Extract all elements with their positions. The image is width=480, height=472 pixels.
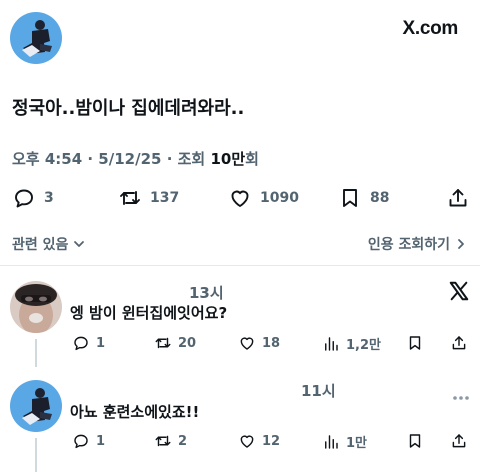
brand-logo: X.com: [402, 18, 458, 39]
author-avatar[interactable]: [10, 380, 62, 432]
views-label: 조회: [177, 150, 206, 168]
share-icon: [452, 434, 466, 448]
repost-button[interactable]: 2: [154, 432, 187, 450]
reply-icon: [74, 336, 88, 351]
tweet-meta: 오후 4:54 · 5/12/25 · 조회 10만회: [12, 150, 259, 168]
share-button[interactable]: [450, 432, 468, 454]
related-label: 관련 있음: [12, 237, 69, 253]
reply-time: 13시: [189, 284, 224, 302]
bookmark-icon: [343, 189, 357, 207]
like-count: 12: [262, 433, 281, 449]
reply-count: 3: [44, 190, 54, 206]
like-button[interactable]: 18: [238, 334, 280, 352]
tweet-time[interactable]: 오후 4:54: [12, 150, 82, 168]
views-unit: 회: [245, 150, 259, 168]
like-count: 1090: [260, 190, 299, 206]
repost-icon: [155, 435, 171, 447]
x-logo-icon: [448, 280, 470, 306]
reply-time: 11시: [301, 382, 336, 400]
chevron-down-icon: [74, 241, 85, 247]
quote-views-link[interactable]: 인용 조회하기: [368, 234, 468, 254]
repost-button[interactable]: 20: [154, 334, 196, 352]
reply-icon: [15, 189, 33, 208]
views-count: 1,2만: [346, 338, 381, 353]
bookmark-icon: [409, 336, 421, 350]
repost-count: 20: [178, 335, 197, 351]
bookmark-button[interactable]: [406, 432, 424, 454]
repost-count: 2: [178, 433, 188, 449]
tweet-text: 정국아..밤이나 집에데려와라..: [12, 98, 245, 119]
like-count: 18: [262, 335, 281, 351]
like-icon: [231, 190, 249, 207]
thread-line: [35, 339, 37, 367]
like-icon: [240, 337, 254, 350]
views-button[interactable]: 1만: [322, 432, 367, 451]
reply-icon: [74, 434, 88, 449]
share-icon: [452, 336, 466, 350]
repost-icon: [155, 337, 171, 349]
views-count: 1만: [346, 436, 368, 451]
share-icon: [449, 189, 467, 207]
bookmark-button[interactable]: 88: [338, 186, 389, 210]
share-button[interactable]: [446, 186, 470, 214]
thread-line: [35, 438, 37, 472]
related-dropdown[interactable]: 관련 있음: [12, 234, 86, 254]
tweet-date[interactable]: 5/12/25: [98, 150, 161, 168]
quote-views-label: 인용 조회하기: [367, 237, 450, 253]
reply-button[interactable]: 1: [72, 334, 105, 352]
like-button[interactable]: 12: [238, 432, 280, 450]
more-icon[interactable]: [452, 386, 470, 405]
chevron-right-icon: [458, 239, 464, 249]
author-avatar[interactable]: [10, 12, 62, 64]
views-icon: [325, 336, 338, 351]
views-button[interactable]: 1,2만: [322, 334, 381, 353]
views-icon: [325, 434, 338, 449]
reply-count: 1: [96, 335, 106, 351]
bookmark-button[interactable]: [406, 334, 424, 356]
reply-text: 엥 밤이 윈터집에잇어요?: [70, 304, 228, 322]
repost-icon: [120, 191, 140, 205]
reply-text: 아뇨 훈련소에있죠!!: [70, 403, 200, 421]
bookmark-count: 88: [370, 190, 390, 206]
reply-count: 1: [96, 433, 106, 449]
reply-avatar[interactable]: [10, 281, 62, 333]
section-divider: [0, 265, 480, 266]
share-button[interactable]: [450, 334, 468, 356]
views-count: 10만: [210, 150, 246, 168]
bookmark-icon: [409, 434, 421, 448]
like-icon: [240, 435, 254, 448]
reply-button[interactable]: 1: [72, 432, 105, 450]
repost-button[interactable]: 137: [118, 186, 179, 210]
like-button[interactable]: 1090: [228, 186, 299, 210]
reply-button[interactable]: 3: [12, 186, 54, 210]
repost-count: 137: [150, 190, 180, 206]
